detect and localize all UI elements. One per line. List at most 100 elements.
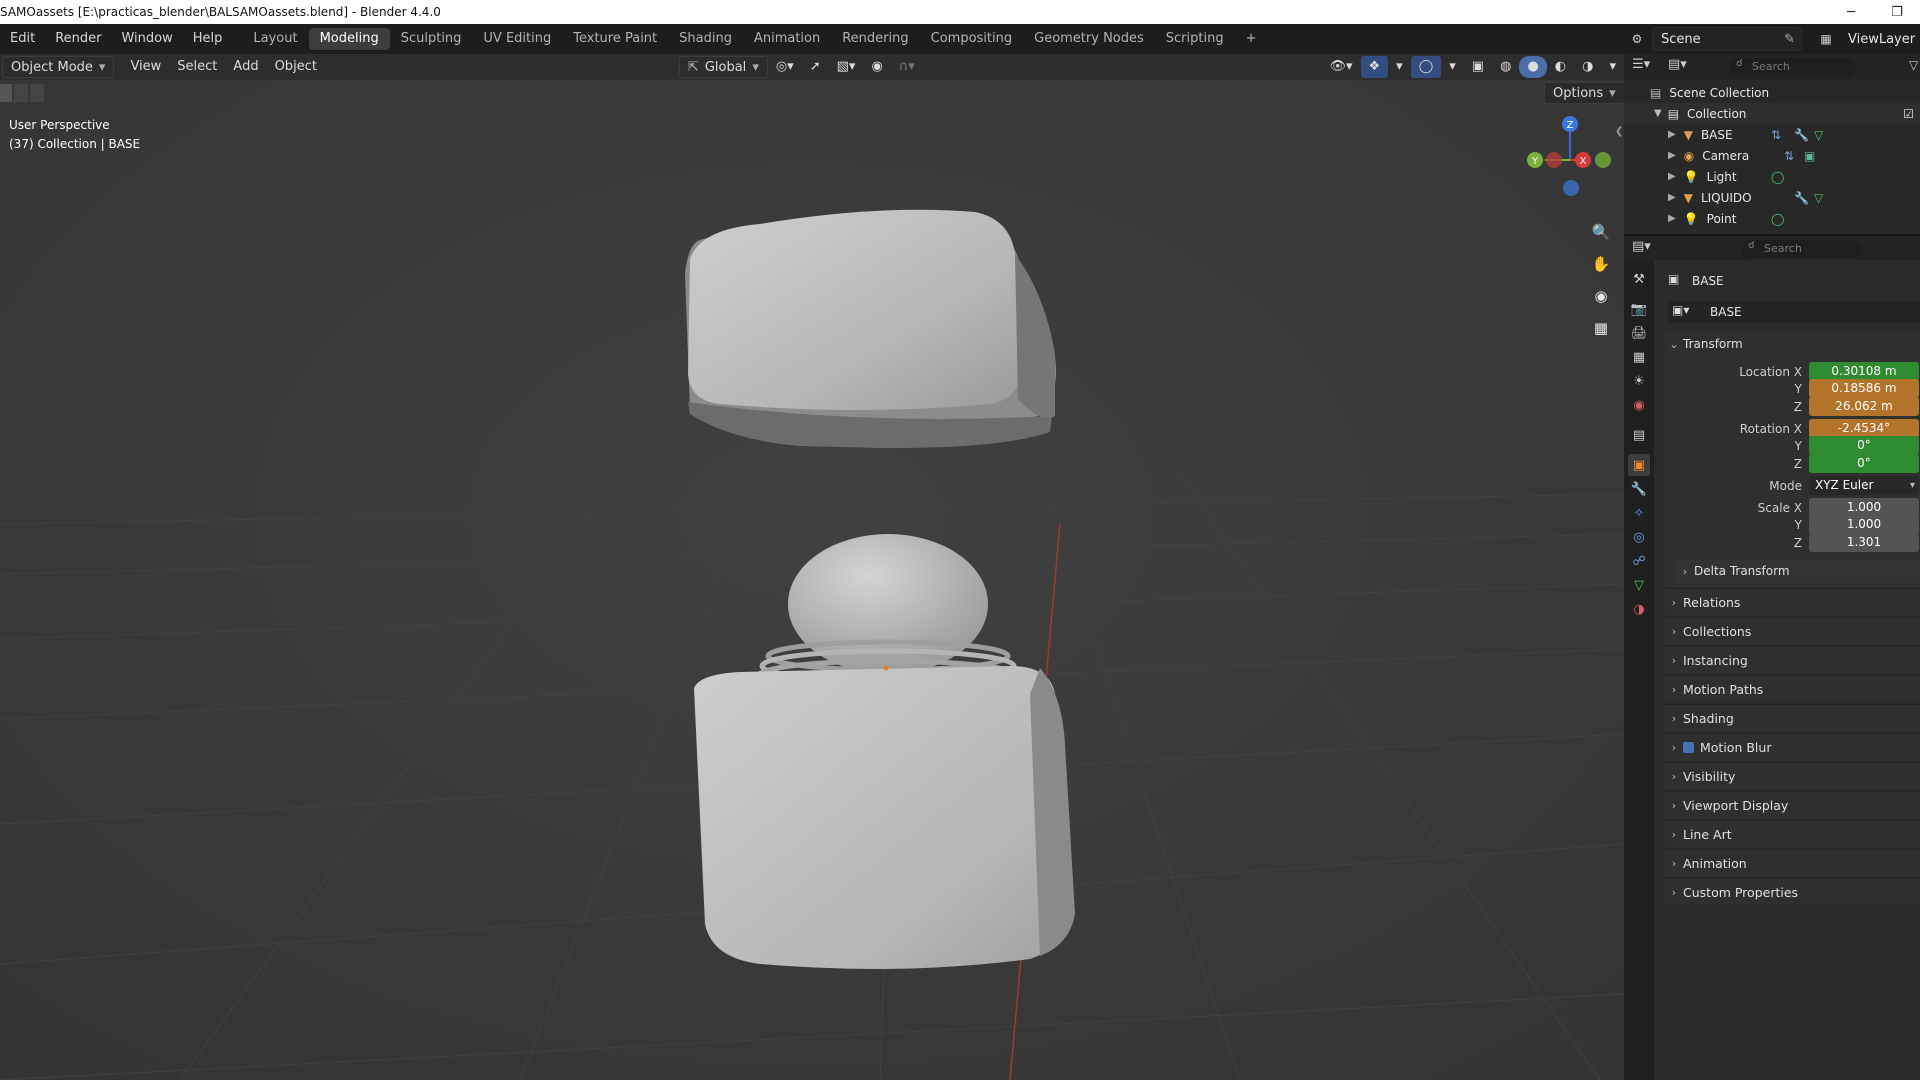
outliner-collection[interactable]: ▼ ▤ Collection ☑: [1624, 103, 1920, 124]
menu-window[interactable]: Window: [111, 24, 182, 54]
menu-add[interactable]: Add: [225, 56, 266, 78]
scale-z-field[interactable]: 1.301: [1809, 533, 1919, 552]
outliner-item-point[interactable]: ▶ 💡 Point ◯: [1624, 208, 1920, 229]
location-y-field[interactable]: 0.18586 m: [1809, 379, 1919, 398]
transform-panel-header[interactable]: ⌄ Transform: [1665, 332, 1920, 356]
tab-layout[interactable]: Layout: [242, 28, 308, 50]
panel-relations[interactable]: › Relations: [1665, 588, 1920, 615]
display-mode-icon[interactable]: ▤▾: [1668, 57, 1687, 72]
modifier-tab-icon[interactable]: 🔧: [1628, 478, 1650, 500]
sidebar-toggle-icon[interactable]: ❮: [1615, 126, 1623, 137]
wireframe-shading-icon[interactable]: ◍: [1492, 56, 1519, 78]
tab-shading[interactable]: Shading: [668, 28, 743, 50]
material-tab-icon[interactable]: ◑: [1628, 598, 1650, 620]
rotation-mode-select[interactable]: XYZ Euler ▾: [1809, 476, 1919, 495]
panel-animation[interactable]: › Animation: [1665, 849, 1920, 876]
expand-chevron-icon[interactable]: ▼: [1654, 108, 1662, 119]
tab-rendering[interactable]: Rendering: [831, 28, 919, 50]
outliner-item-liquido[interactable]: ▶ ▼ LIQUIDO 🔧 ▽: [1624, 187, 1920, 208]
scene-icon[interactable]: ⚙: [1624, 27, 1650, 51]
render-tab-icon[interactable]: 📷: [1628, 298, 1650, 320]
object-name-field[interactable]: ▣▾ BASE: [1668, 301, 1920, 323]
pivot-point-icon[interactable]: ◎▾: [768, 56, 802, 78]
scene-selector[interactable]: Scene ✎: [1652, 27, 1802, 51]
tab-scripting[interactable]: Scripting: [1155, 28, 1235, 50]
pin-icon[interactable]: ✎: [1784, 32, 1795, 47]
rendered-shading-icon[interactable]: ◑: [1574, 56, 1601, 78]
select-subtract-icon[interactable]: [30, 84, 44, 102]
3d-viewport[interactable]: Object Mode ▾ View Select Add Object ⇱ Glo…: [0, 54, 1624, 1080]
gizmo-toggle-icon[interactable]: ❖: [1360, 56, 1389, 78]
menu-help[interactable]: Help: [183, 24, 233, 54]
particles-tab-icon[interactable]: ✧: [1628, 502, 1650, 524]
panel-visibility[interactable]: › Visibility: [1665, 762, 1920, 789]
menu-view[interactable]: View: [122, 56, 169, 78]
view-layer-icon[interactable]: ▦: [1812, 27, 1840, 51]
editor-type-icon[interactable]: ☰▾: [1632, 57, 1650, 72]
tab-sculpting[interactable]: Sculpting: [390, 28, 473, 50]
expand-chevron-icon[interactable]: ▶: [1668, 129, 1676, 140]
panel-viewport-display[interactable]: › Viewport Display: [1665, 791, 1920, 818]
expand-chevron-icon[interactable]: ▶: [1668, 213, 1676, 224]
delta-transform-subpanel[interactable]: › Delta Transform: [1676, 559, 1920, 583]
camera-view-icon[interactable]: ◉: [1587, 282, 1615, 310]
menu-select[interactable]: Select: [169, 56, 225, 78]
collection-tab-icon[interactable]: ▤: [1628, 424, 1650, 446]
world-tab-icon[interactable]: ◉: [1628, 394, 1650, 416]
motion-blur-checkbox[interactable]: [1683, 741, 1694, 753]
panel-line-art[interactable]: › Line Art: [1665, 820, 1920, 847]
location-z-field[interactable]: 26.062 m: [1809, 397, 1919, 416]
constraints-tab-icon[interactable]: ☍: [1628, 550, 1650, 572]
outliner-scene-collection[interactable]: ▤ Scene Collection: [1624, 82, 1920, 103]
transform-orientation-selector[interactable]: ⇱ Global ▾: [678, 56, 768, 78]
menu-edit[interactable]: Edit: [0, 24, 45, 54]
overlay-menu-icon[interactable]: ▾: [1441, 56, 1464, 78]
panel-shading[interactable]: › Shading: [1665, 704, 1920, 731]
rotation-y-field[interactable]: 0°: [1809, 436, 1919, 455]
material-shading-icon[interactable]: ◐: [1547, 56, 1574, 78]
snap-target-icon[interactable]: ▧▾: [829, 56, 864, 78]
outliner-search-input[interactable]: Search: [1730, 58, 1856, 76]
falloff-icon[interactable]: ∩▾: [891, 56, 923, 78]
view-layer-tab-icon[interactable]: ▦: [1628, 346, 1650, 368]
minimize-button[interactable]: ─: [1828, 0, 1874, 24]
panel-motion-paths[interactable]: › Motion Paths: [1665, 675, 1920, 702]
view-layer-selector[interactable]: ViewLayer: [1840, 27, 1920, 51]
overlay-toggle-icon[interactable]: ◯: [1410, 56, 1442, 78]
outliner-item-camera[interactable]: ▶ ◉ Camera ⇅ ▣: [1624, 145, 1920, 166]
add-workspace-button[interactable]: +: [1235, 28, 1268, 50]
tab-compositing[interactable]: Compositing: [920, 28, 1024, 50]
panel-motion-blur[interactable]: › Motion Blur: [1665, 733, 1920, 760]
data-tab-icon[interactable]: ▽: [1628, 574, 1650, 596]
properties-search-input[interactable]: Search: [1742, 240, 1862, 258]
expand-chevron-icon[interactable]: ▶: [1668, 171, 1676, 182]
panel-instancing[interactable]: › Instancing: [1665, 646, 1920, 673]
scale-y-field[interactable]: 1.000: [1809, 515, 1919, 534]
panel-collections[interactable]: › Collections: [1665, 617, 1920, 644]
expand-chevron-icon[interactable]: ▶: [1668, 150, 1676, 161]
tab-modeling[interactable]: Modeling: [308, 28, 390, 50]
scene-tab-icon[interactable]: ☀: [1628, 370, 1650, 392]
options-button[interactable]: Options ▾: [1544, 82, 1624, 104]
restore-button[interactable]: ❐: [1874, 0, 1920, 24]
editor-type-icon[interactable]: ▤▾: [1632, 239, 1651, 254]
solid-shading-icon[interactable]: ●: [1519, 56, 1547, 78]
ortho-grid-icon[interactable]: ▦: [1587, 314, 1615, 342]
visibility-icon[interactable]: 👁▾: [1321, 56, 1360, 78]
zoom-icon[interactable]: 🔍: [1587, 218, 1615, 246]
tab-uv-editing[interactable]: UV Editing: [472, 28, 562, 50]
xray-toggle-icon[interactable]: ▣: [1464, 56, 1492, 78]
expand-chevron-icon[interactable]: ▶: [1668, 192, 1676, 203]
proportional-editing-icon[interactable]: ◉: [863, 56, 890, 78]
physics-tab-icon[interactable]: ◎: [1628, 526, 1650, 548]
tool-tab-icon[interactable]: ⚒: [1628, 268, 1650, 290]
snap-icon[interactable]: ➚: [802, 56, 829, 78]
navigation-gizmo[interactable]: Z Y X: [1520, 114, 1620, 224]
tab-texture-paint[interactable]: Texture Paint: [562, 28, 668, 50]
gizmo-menu-icon[interactable]: ▾: [1388, 56, 1411, 78]
menu-object[interactable]: Object: [267, 56, 325, 78]
outliner-item-light[interactable]: ▶ 💡 Light ◯: [1624, 166, 1920, 187]
outliner-item-base[interactable]: ▶ ▼ BASE ⇅ 🔧 ▽: [1624, 124, 1920, 145]
rotation-z-field[interactable]: 0°: [1809, 454, 1919, 473]
panel-custom-properties[interactable]: › Custom Properties: [1665, 878, 1920, 905]
